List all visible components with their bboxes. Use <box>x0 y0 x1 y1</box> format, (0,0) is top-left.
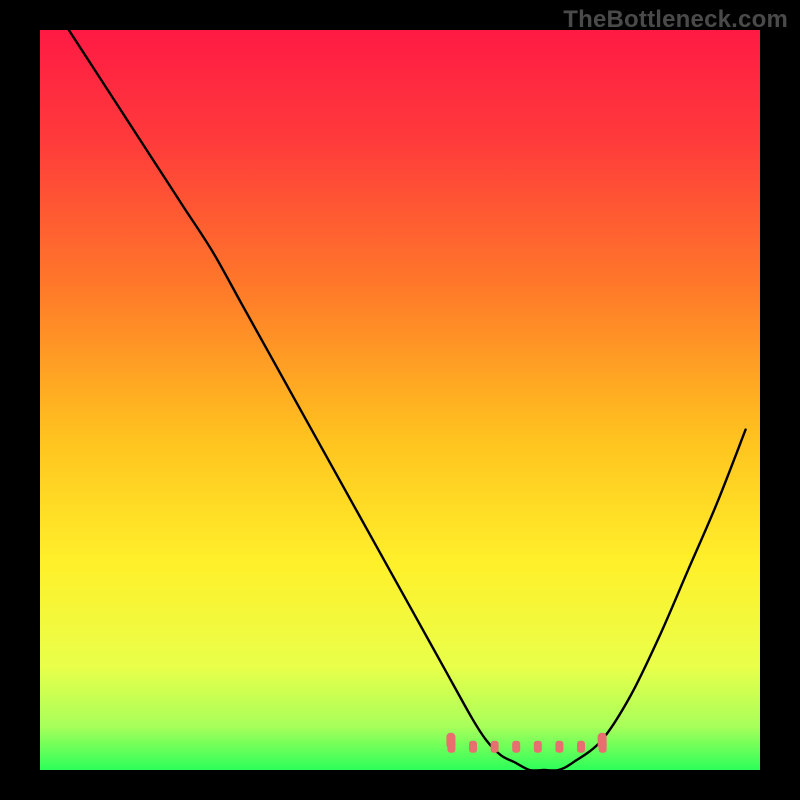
min-dot <box>469 741 477 753</box>
chart-lines <box>0 0 800 800</box>
min-dot <box>491 741 499 753</box>
min-dot <box>534 741 542 753</box>
min-dot <box>555 741 563 753</box>
min-dot <box>512 741 520 753</box>
watermark-text: TheBottleneck.com <box>563 6 788 34</box>
min-dot-end <box>446 733 455 749</box>
min-dot <box>577 741 585 753</box>
chart-frame: TheBottleneck.com <box>0 0 800 800</box>
min-dot-end <box>598 733 607 749</box>
min-band-dots <box>446 733 606 753</box>
bottleneck-curve <box>69 30 746 771</box>
